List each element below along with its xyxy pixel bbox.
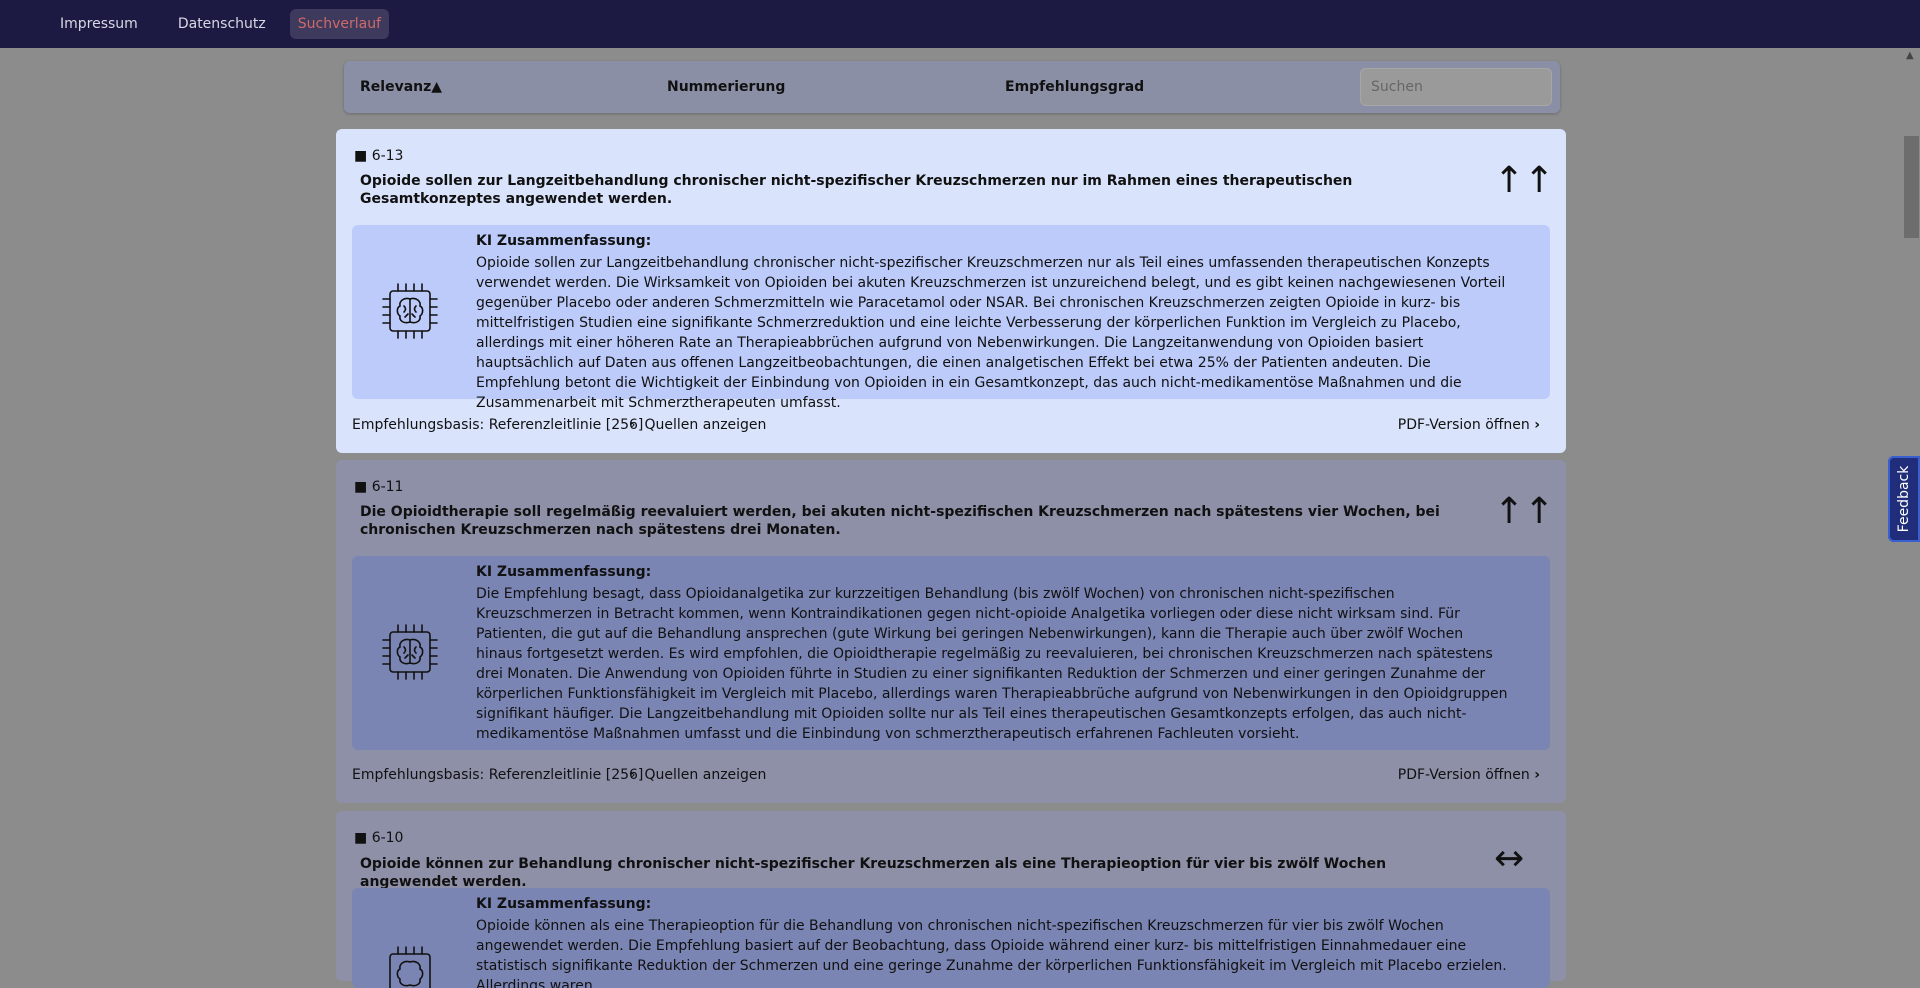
summary-text: Opioide können als eine Therapieoption f…: [476, 918, 1507, 988]
chevron-right-icon: ›: [630, 417, 636, 433]
open-pdf-link[interactable]: PDF-Version öffnen ›: [1398, 417, 1540, 433]
ai-brain-chip-icon: [389, 946, 431, 988]
nav-suchverlauf[interactable]: Suchverlauf: [289, 9, 390, 39]
recommendation-card[interactable]: ■ 6-13 Opioide sollen zur Langzeitbehand…: [336, 129, 1566, 453]
recommendation-card[interactable]: ■ 6-11 Die Opioidtherapie soll regelmäßi…: [336, 460, 1566, 803]
show-sources-button[interactable]: › Quellen anzeigen: [630, 767, 766, 783]
scrollbar-thumb[interactable]: [1904, 136, 1919, 238]
open-pdf-link[interactable]: PDF-Version öffnen ›: [1398, 767, 1540, 783]
feedback-button[interactable]: Feedback: [1888, 456, 1920, 542]
ai-brain-chip-icon: [382, 624, 438, 680]
summary-label: KI Zusammenfassung:: [476, 564, 652, 580]
recommendation-number: ■ 6-11: [354, 479, 404, 495]
nav-impressum[interactable]: Impressum: [52, 9, 146, 39]
summary-label: KI Zusammenfassung:: [476, 896, 652, 912]
recommendation-number: ■ 6-10: [354, 830, 404, 846]
ai-summary-box: KI Zusammenfassung: Opioide können als e…: [352, 888, 1550, 988]
summary-text: Die Empfehlung besagt, dass Opioidanalge…: [476, 586, 1508, 742]
top-navbar: Impressum Datenschutz Suchverlauf: [0, 0, 1920, 48]
summary-text: Opioide sollen zur Langzeitbehandlung ch…: [476, 255, 1506, 411]
sort-numbering-button[interactable]: Nummerierung: [667, 79, 785, 95]
ai-brain-chip-icon: [382, 283, 438, 339]
recommendation-card[interactable]: ■ 6-10 Opioide können zur Behandlung chr…: [336, 811, 1566, 988]
sort-relevance-button[interactable]: Relevanz▲: [360, 79, 442, 95]
nav-datenschutz[interactable]: Datenschutz: [170, 9, 274, 39]
summary-label: KI Zusammenfassung:: [476, 233, 652, 249]
show-sources-button[interactable]: › Quellen anzeigen: [630, 417, 766, 433]
scroll-up-arrow-icon[interactable]: ▲: [1906, 50, 1914, 61]
sort-grade-button[interactable]: Empfehlungsgrad: [1005, 79, 1144, 95]
sort-filter-bar: Relevanz▲ Nummerierung Empfehlungsgrad: [344, 61, 1560, 113]
chevron-right-icon: ›: [630, 767, 636, 783]
ai-summary-box: KI Zusammenfassung: Opioide sollen zur L…: [352, 225, 1550, 411]
recommendation-title: Opioide können zur Behandlung chronische…: [360, 856, 1387, 890]
grade-arrow-icon: ↑↑: [1494, 160, 1555, 201]
chevron-right-icon: ›: [1534, 417, 1540, 433]
ai-summary-box: KI Zusammenfassung: Die Empfehlung besag…: [352, 556, 1550, 750]
search-input[interactable]: [1360, 68, 1552, 106]
nav-links: Impressum Datenschutz Suchverlauf: [52, 9, 413, 39]
grade-arrow-icon: ↑↑: [1494, 491, 1555, 532]
chevron-right-icon: ›: [1534, 767, 1540, 783]
recommendation-number: ■ 6-13: [354, 148, 404, 164]
recommendation-basis: Empfehlungsbasis: Referenzleitlinie [256…: [352, 417, 644, 433]
recommendation-title: Opioide sollen zur Langzeitbehandlung ch…: [360, 173, 1353, 207]
recommendation-basis: Empfehlungsbasis: Referenzleitlinie [256…: [352, 767, 644, 783]
recommendation-title: Die Opioidtherapie soll regelmäßig reeva…: [360, 504, 1440, 538]
grade-arrow-icon: ↔: [1494, 838, 1525, 879]
